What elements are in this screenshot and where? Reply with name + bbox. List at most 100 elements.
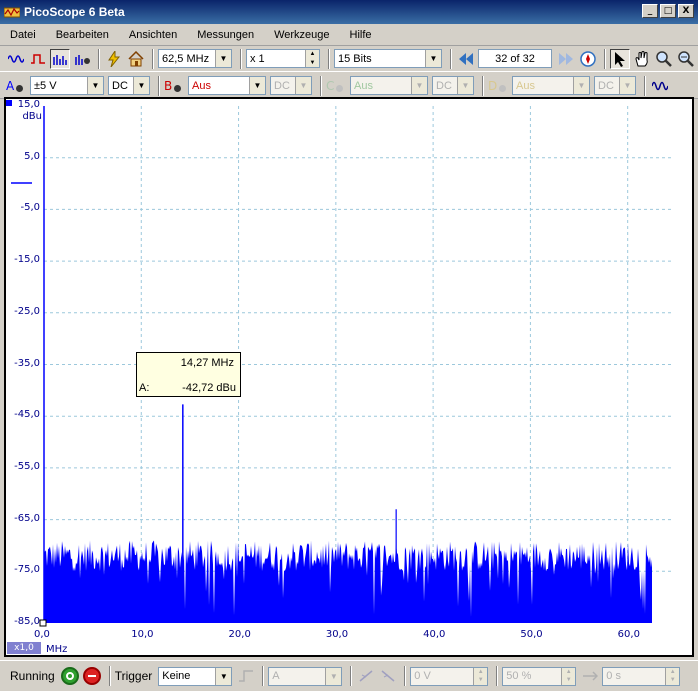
y-tick-label: -75,0 bbox=[14, 564, 40, 576]
menu-werkzeuge[interactable]: Werkzeuge bbox=[274, 29, 329, 41]
channel-d-range-select[interactable]: Aus ▼ bbox=[512, 76, 590, 95]
home-icon[interactable] bbox=[126, 49, 146, 69]
x-tick-label: 50,0 bbox=[520, 629, 543, 640]
stepper-up-icon[interactable]: ▲ bbox=[562, 667, 576, 676]
zoom-badge: x1,0 bbox=[7, 642, 41, 654]
persistence-mode-icon[interactable] bbox=[28, 49, 48, 69]
stepper-down-icon[interactable]: ▼ bbox=[474, 676, 488, 685]
menu-hilfe[interactable]: Hilfe bbox=[350, 29, 372, 41]
chevron-down-icon: ▼ bbox=[619, 77, 635, 94]
run-state-label: Running bbox=[10, 669, 55, 683]
resolution-select[interactable]: 15 Bits ▼ bbox=[334, 49, 442, 68]
channel-b-range: Aus bbox=[192, 79, 211, 92]
menu-bar: Datei Bearbeiten Ansichten Messungen Wer… bbox=[0, 24, 698, 46]
timebase-value: 62,5 MHz bbox=[162, 52, 210, 65]
chevron-down-icon: ▼ bbox=[215, 50, 231, 67]
x-tick-label: 60,0 bbox=[617, 629, 640, 640]
stepper-down-icon[interactable]: ▼ bbox=[666, 676, 680, 685]
menu-datei[interactable]: Datei bbox=[10, 29, 36, 41]
first-buffer-icon[interactable] bbox=[456, 49, 476, 69]
channel-d-coupling-select[interactable]: DC ▼ bbox=[594, 76, 636, 95]
close-button[interactable]: X bbox=[678, 4, 694, 18]
stepper-up-icon[interactable]: ▲ bbox=[306, 50, 319, 59]
signal-generator-icon[interactable] bbox=[650, 76, 670, 96]
spectrum-mode-icon[interactable] bbox=[50, 48, 70, 69]
pointer-tool-icon[interactable] bbox=[610, 48, 630, 69]
zoom-value: x 1 bbox=[250, 52, 265, 65]
auto-setup-lightning-icon[interactable] bbox=[104, 49, 124, 69]
x-tick-label: 0,0 bbox=[34, 629, 50, 640]
resolution-value: 15 Bits bbox=[338, 52, 372, 65]
stepper-up-icon[interactable]: ▲ bbox=[666, 667, 680, 676]
menu-ansichten[interactable]: Ansichten bbox=[129, 29, 177, 41]
y-tick-label: -5,0 bbox=[20, 202, 40, 214]
x-tick-label: 40,0 bbox=[423, 629, 446, 640]
falling-edge-icon[interactable] bbox=[378, 666, 398, 686]
rising-edge-icon[interactable] bbox=[356, 666, 376, 686]
channel-b-coupling-select[interactable]: DC ▼ bbox=[270, 76, 312, 95]
buffer-navigator[interactable]: 32 of 32 bbox=[478, 49, 552, 68]
channel-b-label[interactable]: B bbox=[164, 79, 186, 93]
trigger-channel-value: A bbox=[272, 670, 280, 682]
channel-toolbar: A ±5 V ▼ DC ▼ B Aus ▼ DC ▼ C Aus ▼ DC ▼ … bbox=[0, 73, 698, 99]
trigger-channel-select[interactable]: A ▼ bbox=[268, 666, 343, 686]
origin-handle[interactable] bbox=[39, 619, 47, 627]
hand-pan-icon[interactable] bbox=[632, 49, 652, 69]
chevron-down-icon: ▼ bbox=[249, 77, 265, 94]
main-toolbar: 62,5 MHz ▼ x 1 ▲ ▼ 15 Bits ▼ 32 of 32 bbox=[0, 46, 698, 72]
zoom-out-icon[interactable] bbox=[676, 49, 696, 69]
stepper-down-icon[interactable]: ▼ bbox=[562, 676, 576, 685]
tooltip-frequency: 14,27 MHz bbox=[180, 357, 234, 369]
y-tick-label: -15,0 bbox=[14, 254, 40, 266]
timebase-select[interactable]: 62,5 MHz ▼ bbox=[158, 49, 232, 68]
trigger-threshold-value: 0 V bbox=[414, 670, 431, 682]
spectrum-plot[interactable] bbox=[6, 99, 692, 655]
trigger-threshold-stepper[interactable]: 0 V ▲ ▼ bbox=[410, 666, 489, 686]
x-tick-label: 10,0 bbox=[131, 629, 154, 640]
maximize-button[interactable]: □ bbox=[660, 4, 676, 18]
y-tick-label: -45,0 bbox=[14, 409, 40, 421]
channel-a-coupling-select[interactable]: DC ▼ bbox=[108, 76, 150, 95]
channel-a-coupling: DC bbox=[112, 79, 128, 92]
pretrigger-stepper[interactable]: 50 % ▲ ▼ bbox=[502, 666, 577, 686]
trigger-edge-icon[interactable] bbox=[236, 666, 256, 686]
channel-b-letter: B bbox=[164, 78, 173, 93]
trigger-delay-icon[interactable] bbox=[580, 666, 600, 686]
compass-icon[interactable] bbox=[578, 49, 598, 69]
channel-a-range-select[interactable]: ±5 V ▼ bbox=[30, 76, 104, 95]
channel-b-range-select[interactable]: Aus ▼ bbox=[188, 76, 266, 95]
menu-messungen[interactable]: Messungen bbox=[197, 29, 254, 41]
stepper-up-icon[interactable]: ▲ bbox=[474, 667, 488, 676]
zoom-stepper[interactable]: x 1 ▲ ▼ bbox=[246, 49, 320, 68]
channel-d-letter: D bbox=[488, 78, 498, 93]
pretrigger-value: 50 % bbox=[506, 670, 532, 682]
channel-d-coupling: DC bbox=[598, 79, 614, 92]
chevron-down-icon: ▼ bbox=[325, 667, 342, 685]
channel-a-label[interactable]: A bbox=[6, 79, 28, 93]
channel-b-coupling: DC bbox=[274, 79, 290, 92]
last-buffer-icon[interactable] bbox=[556, 49, 576, 69]
add-spectrum-view-icon[interactable] bbox=[72, 49, 92, 69]
channel-a-letter: A bbox=[6, 78, 15, 93]
channel-c-label[interactable]: C bbox=[326, 79, 348, 93]
scope-mode-icon[interactable] bbox=[6, 49, 26, 69]
chevron-down-icon: ▼ bbox=[573, 77, 589, 94]
probe-icon bbox=[16, 85, 24, 92]
trigger-mode-select[interactable]: Keine ▼ bbox=[158, 666, 233, 686]
stepper-down-icon[interactable]: ▼ bbox=[306, 58, 319, 67]
minimize-button[interactable]: _ bbox=[642, 4, 658, 18]
zoom-in-icon[interactable] bbox=[654, 49, 674, 69]
channel-c-coupling-select[interactable]: DC ▼ bbox=[432, 76, 474, 95]
channel-d-label[interactable]: D bbox=[488, 79, 510, 93]
channel-c-range-select[interactable]: Aus ▼ bbox=[350, 76, 428, 95]
start-button[interactable] bbox=[60, 667, 79, 685]
menu-bearbeiten[interactable]: Bearbeiten bbox=[56, 29, 109, 41]
play-icon bbox=[65, 672, 74, 680]
trigger-delay-stepper[interactable]: 0 s ▲ ▼ bbox=[602, 666, 681, 686]
window-title: PicoScope 6 Beta bbox=[24, 5, 125, 19]
probe-icon bbox=[499, 85, 507, 92]
stop-button[interactable] bbox=[82, 667, 101, 685]
noise-floor bbox=[44, 540, 652, 623]
spectrum-view[interactable]: dBu 15,0 5,0 -5,0 -15,0 -25,0 -35,0 -45,0 -55,0… bbox=[4, 97, 694, 657]
status-bar: Running Trigger Keine ▼ A ▼ 0 V ▲ ▼ 50 % … bbox=[0, 660, 698, 691]
